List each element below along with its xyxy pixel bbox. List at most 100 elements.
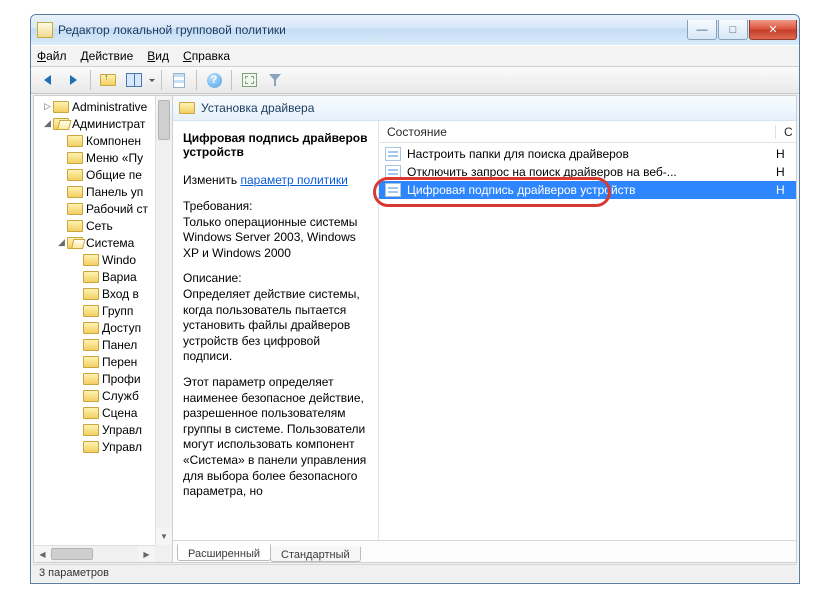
tree-vertical-scrollbar[interactable]: ▲ ▼ xyxy=(155,96,172,545)
tree-item-label: Управл xyxy=(102,440,142,454)
size-grip xyxy=(155,545,172,562)
folder-icon xyxy=(67,220,83,232)
folder-icon xyxy=(83,441,99,453)
menu-action[interactable]: Действие xyxy=(81,49,134,63)
tree-item[interactable]: Перен xyxy=(34,353,172,370)
folder-icon xyxy=(67,135,83,147)
tree-item-label: Панель уп xyxy=(86,185,143,199)
statusbar: 3 параметров xyxy=(33,564,797,581)
titlebar[interactable]: Редактор локальной групповой политики — … xyxy=(31,15,799,45)
tree-item-label: Перен xyxy=(102,355,137,369)
menu-file[interactable]: Файл xyxy=(37,49,67,63)
menu-help[interactable]: Справка xyxy=(183,49,230,63)
tree-item[interactable]: Служб xyxy=(34,387,172,404)
tree-item-label: Общие пе xyxy=(86,168,142,182)
tree-horizontal-scrollbar[interactable]: ◀ ▶ xyxy=(34,545,155,562)
tree-item[interactable]: Панел xyxy=(34,336,172,353)
tree-item-label: Рабочий ст xyxy=(86,202,148,216)
folder-icon xyxy=(67,237,83,249)
setting-row[interactable]: Отключить запрос на поиск драйверов на в… xyxy=(379,163,796,181)
tree-item[interactable]: Рабочий ст xyxy=(34,200,172,217)
tree-item-label: Администрат xyxy=(72,117,145,131)
toolbar-separator xyxy=(196,70,197,90)
setting-icon xyxy=(385,183,401,197)
window-title: Редактор локальной групповой политики xyxy=(58,23,686,37)
tree-item[interactable]: ◢Система xyxy=(34,234,172,251)
panes-dropdown[interactable] xyxy=(148,79,156,82)
tree-item[interactable]: Управл xyxy=(34,421,172,438)
tree-expand-icon[interactable]: ▷ xyxy=(42,101,53,112)
requirements-text: Только операционные системы Windows Serv… xyxy=(183,215,357,260)
folder-icon xyxy=(53,101,69,113)
settings-pane: Состояние С Настроить папки для поиска д… xyxy=(378,121,796,540)
tree-item-label: Вход в xyxy=(102,287,139,301)
tree-item[interactable]: Компонен xyxy=(34,132,172,149)
tree-item[interactable]: Меню «Пу xyxy=(34,149,172,166)
back-button[interactable] xyxy=(35,69,59,91)
tree-item[interactable]: Панель уп xyxy=(34,183,172,200)
tree-item[interactable]: Профи xyxy=(34,370,172,387)
folder-icon xyxy=(83,339,99,351)
edit-policy-link[interactable]: параметр политики xyxy=(240,173,347,187)
tree-pane[interactable]: ▷ Administrative ◢ АдминистратКомпонен Меню … xyxy=(34,96,173,562)
setting-row[interactable]: Цифровая подпись драйверов устройств Н xyxy=(379,181,796,199)
column-state[interactable]: Состояние xyxy=(379,125,776,139)
help-icon: ? xyxy=(207,73,222,88)
client-area: ▷ Administrative ◢ АдминистратКомпонен Меню … xyxy=(33,95,797,563)
folder-up-icon xyxy=(100,74,116,86)
panes-button[interactable] xyxy=(122,69,146,91)
tree-expand-icon[interactable]: ◢ xyxy=(56,237,67,248)
column-c[interactable]: С xyxy=(776,125,796,139)
tree-item[interactable]: Управл xyxy=(34,438,172,455)
minimize-button[interactable]: — xyxy=(687,20,717,40)
folder-icon xyxy=(83,305,99,317)
tabs: Расширенный Стандартный xyxy=(173,540,796,562)
tree-item[interactable]: Групп xyxy=(34,302,172,319)
scroll-thumb[interactable] xyxy=(158,100,170,140)
folder-icon xyxy=(83,407,99,419)
setting-row[interactable]: Настроить папки для поиска драйверовН xyxy=(379,145,796,163)
tree-item[interactable]: ▷ Administrative xyxy=(34,98,172,115)
tree-item-label: Administrative xyxy=(72,100,147,114)
menu-view[interactable]: Вид xyxy=(147,49,169,63)
tree-item[interactable]: Общие пе xyxy=(34,166,172,183)
tree-item-label: Панел xyxy=(102,338,137,352)
tree-item[interactable]: ◢ Администрат xyxy=(34,115,172,132)
folder-icon xyxy=(67,186,83,198)
close-button[interactable]: ✕ xyxy=(749,20,797,40)
setting-label: Цифровая подпись драйверов устройств xyxy=(407,183,770,197)
tab-extended[interactable]: Расширенный xyxy=(177,544,271,561)
setting-label: Настроить папки для поиска драйверов xyxy=(407,147,770,161)
gpedit-window: Редактор локальной групповой политики — … xyxy=(30,14,800,584)
tree-item[interactable]: Windo xyxy=(34,251,172,268)
folder-icon xyxy=(83,322,99,334)
tree-item[interactable]: Сеть xyxy=(34,217,172,234)
scroll-right-button[interactable]: ▶ xyxy=(138,546,155,562)
scroll-thumb[interactable] xyxy=(51,548,93,560)
tree-item-label: Групп xyxy=(102,304,133,318)
up-button[interactable] xyxy=(96,69,120,91)
filter-button[interactable] xyxy=(263,69,287,91)
scroll-down-button[interactable]: ▼ xyxy=(156,528,172,545)
setting-icon xyxy=(385,165,401,179)
tree-item[interactable]: Вариа xyxy=(34,268,172,285)
app-icon xyxy=(37,22,53,38)
export-button[interactable] xyxy=(167,69,191,91)
scroll-left-button[interactable]: ◀ xyxy=(34,546,51,562)
folder-icon xyxy=(67,152,83,164)
settings-header[interactable]: Состояние С xyxy=(379,121,796,143)
tab-standard[interactable]: Стандартный xyxy=(270,547,361,562)
setting-value: Н xyxy=(776,183,790,197)
tree-item-label: Меню «Пу xyxy=(86,151,143,165)
folder-icon xyxy=(83,356,99,368)
help-button[interactable]: ? xyxy=(202,69,226,91)
location-label: Установка драйвера xyxy=(201,101,314,115)
options-button[interactable] xyxy=(237,69,261,91)
maximize-button[interactable]: □ xyxy=(718,20,748,40)
tree-item[interactable]: Доступ xyxy=(34,319,172,336)
tree-item[interactable]: Сцена xyxy=(34,404,172,421)
forward-button[interactable] xyxy=(61,69,85,91)
tree-item-label: Доступ xyxy=(102,321,141,335)
tree-expand-icon[interactable]: ◢ xyxy=(42,118,53,129)
tree-item[interactable]: Вход в xyxy=(34,285,172,302)
